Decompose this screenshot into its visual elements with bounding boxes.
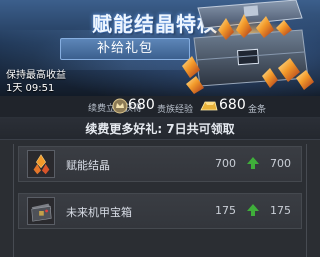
gift-section-title: 续费更多好礼: 7日共可领取 bbox=[0, 118, 320, 140]
noble-exp-value: 680 bbox=[128, 97, 155, 113]
item-name: 赋能结晶 bbox=[66, 159, 110, 172]
treasure-chest-icon bbox=[182, 0, 314, 94]
list-item[interactable]: 未来机甲宝箱 175 175 bbox=[18, 193, 302, 229]
noble-badge-icon bbox=[112, 98, 128, 114]
item-base-count: 175 bbox=[215, 204, 236, 217]
mech-chest-icon bbox=[27, 197, 55, 225]
item-total-count: 175 bbox=[270, 204, 291, 217]
arrow-up-icon bbox=[247, 157, 259, 169]
noble-exp-unit: 贵族经验 bbox=[157, 105, 194, 115]
gold-value: 680 bbox=[219, 97, 246, 113]
privilege-banner: 赋能结晶特权 补给礼包 保持最高收益 1天 09:51 bbox=[0, 0, 320, 96]
banner-subtitle: 补给礼包 bbox=[60, 38, 190, 60]
arrow-up-icon bbox=[247, 204, 259, 216]
reward-list: 赋能结晶 700 700 未来机甲宝箱 175 175 bbox=[0, 140, 320, 257]
item-base-count: 700 bbox=[215, 157, 236, 170]
item-name: 未来机甲宝箱 bbox=[66, 206, 132, 219]
energy-crystal-icon bbox=[27, 150, 55, 178]
gold-unit: 金条 bbox=[248, 105, 267, 115]
renew-rewards-bar: 续费立即获得 680 贵族经验 680 金条 bbox=[0, 96, 320, 118]
banner-note: 保持最高收益 bbox=[6, 70, 66, 81]
list-item[interactable]: 赋能结晶 700 700 bbox=[18, 146, 302, 182]
item-total-count: 700 bbox=[270, 157, 291, 170]
countdown-timer: 1天 09:51 bbox=[6, 83, 55, 94]
gold-bar-icon bbox=[200, 101, 218, 111]
